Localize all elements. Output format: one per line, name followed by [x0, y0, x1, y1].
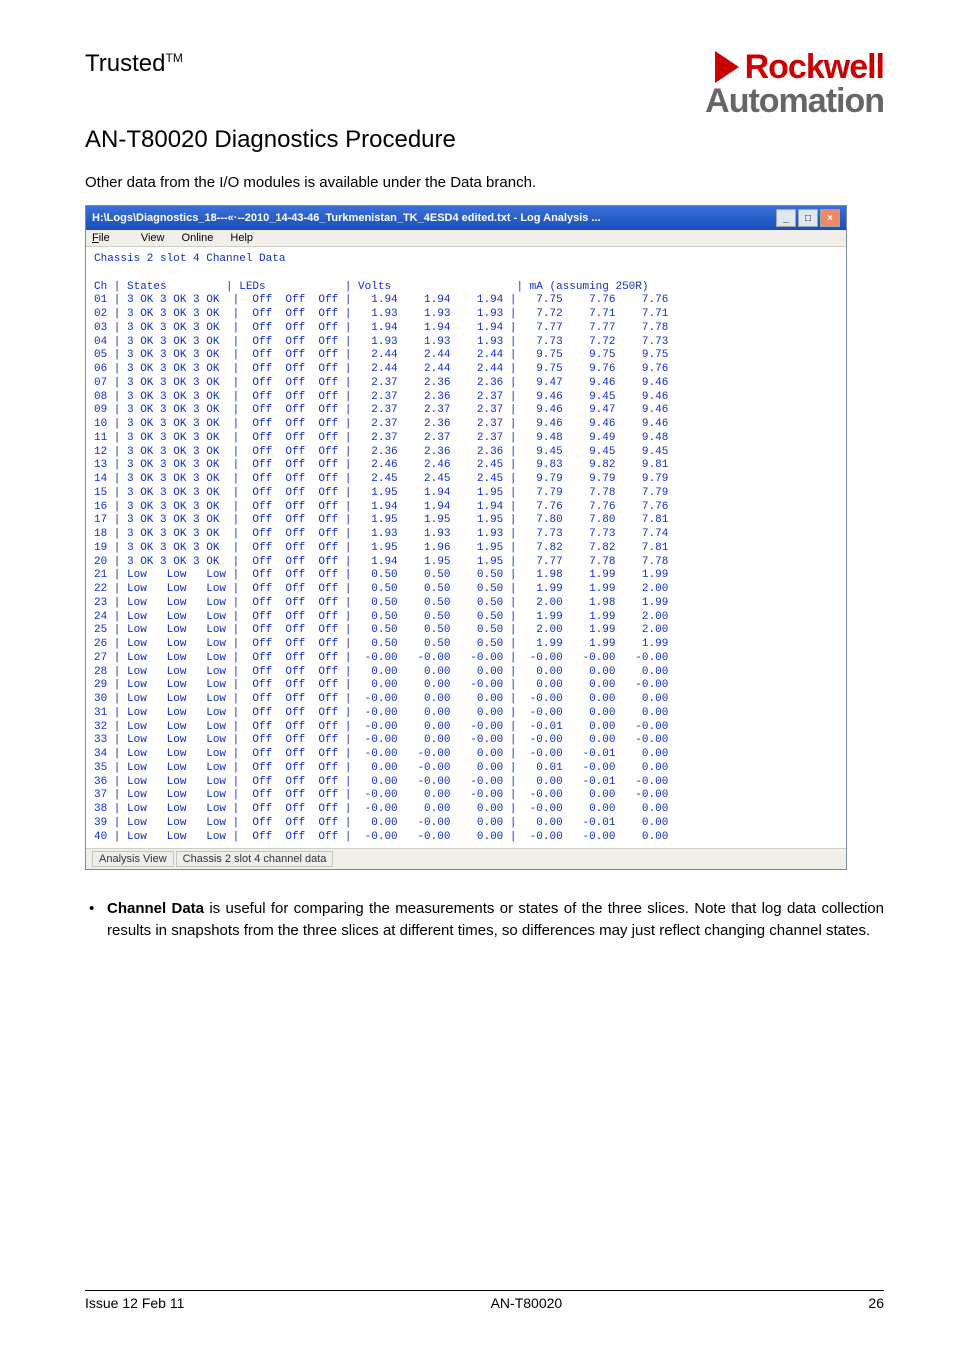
status-cell-1: Analysis View: [92, 851, 174, 867]
minimize-icon[interactable]: _: [776, 209, 796, 227]
close-icon[interactable]: ×: [820, 209, 840, 227]
rockwell-triangle-icon: [715, 51, 739, 83]
menu-help[interactable]: Help: [230, 232, 253, 244]
rockwell-logo: Rockwell Automation: [705, 50, 884, 118]
brand-trusted: TrustedTM: [85, 50, 183, 78]
footer-right: 26: [868, 1295, 884, 1311]
log-menu: File View Online Help: [86, 230, 846, 247]
menu-file[interactable]: File: [92, 232, 124, 244]
intro-text: Other data from the I/O modules is avail…: [85, 174, 884, 191]
log-status: Analysis View Chassis 2 slot 4 channel d…: [86, 848, 846, 869]
bullet-bold: Channel Data: [107, 900, 204, 917]
menu-view[interactable]: View: [141, 232, 165, 244]
status-cell-2: Chassis 2 slot 4 channel data: [176, 851, 334, 867]
rockwell-line2: Automation: [705, 84, 884, 118]
brand-tm: TM: [165, 51, 182, 65]
footer-left: Issue 12 Feb 11: [85, 1295, 184, 1311]
log-body: Chassis 2 slot 4 Channel Data Ch | State…: [86, 247, 846, 848]
bullet-paragraph: • Channel Data is useful for comparing t…: [89, 898, 884, 942]
page-footer: Issue 12 Feb 11 AN-T80020 26: [85, 1290, 884, 1311]
log-window: H:\Logs\Diagnostics_18---«·--2010_14-43-…: [85, 205, 847, 870]
bullet-rest: is useful for comparing the measurements…: [107, 900, 884, 939]
footer-center: AN-T80020: [491, 1295, 563, 1311]
log-title-text: H:\Logs\Diagnostics_18---«·--2010_14-43-…: [92, 212, 601, 224]
maximize-icon[interactable]: □: [798, 209, 818, 227]
brand-text: Trusted: [85, 50, 165, 77]
doc-title: AN-T80020 Diagnostics Procedure: [85, 126, 884, 154]
bullet-dot-icon: •: [89, 898, 107, 942]
menu-online[interactable]: Online: [182, 232, 214, 244]
log-titlebar[interactable]: H:\Logs\Diagnostics_18---«·--2010_14-43-…: [86, 206, 846, 230]
rockwell-line1: Rockwell: [745, 50, 884, 84]
